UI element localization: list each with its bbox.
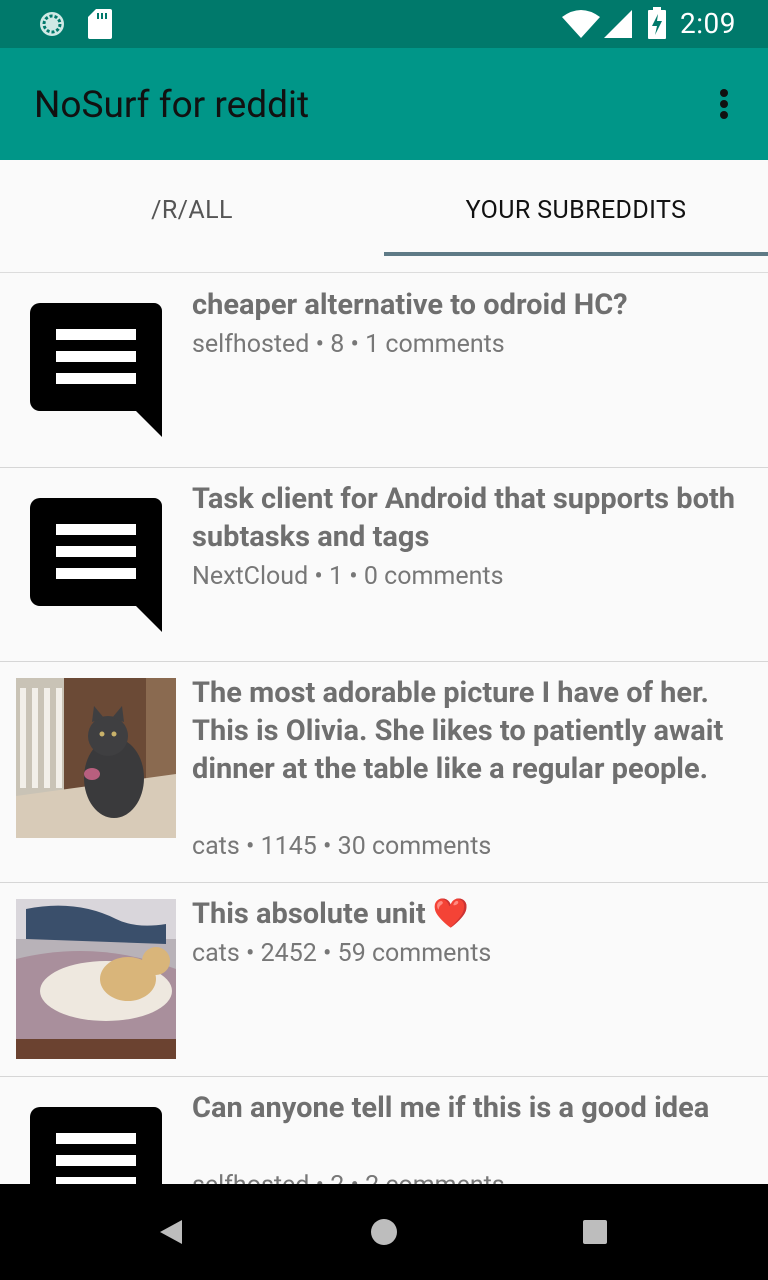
post-item[interactable]: Task client for Android that supports bo… [0, 468, 768, 662]
post-title: Can anyone tell me if this is a good ide… [192, 1091, 710, 1125]
post-item[interactable]: This absolute unit ❤️ cats • 2452 • 59 c… [0, 883, 768, 1077]
status-time: 2:09 [680, 7, 736, 40]
post-item[interactable]: Can anyone tell me if this is a good ide… [0, 1077, 768, 1184]
heart-emoji: ❤️ [432, 897, 469, 931]
cat-photo [16, 899, 176, 1059]
text-post-icon [30, 1107, 162, 1184]
post-meta: cats • 2452 • 59 comments [192, 939, 492, 968]
home-icon[interactable] [369, 1217, 399, 1247]
post-title: cheaper alternative to odroid HC? [192, 288, 628, 322]
post-meta: cats • 1145 • 30 comments [192, 832, 492, 861]
wifi-icon [562, 10, 600, 38]
app-title: NoSurf for reddit [34, 84, 310, 127]
post-title-text: This absolute unit [192, 897, 426, 931]
navigation-bar [0, 1184, 768, 1280]
battery-charging-icon [648, 7, 666, 39]
post-title: This absolute unit ❤️ [192, 895, 754, 933]
sd-card-icon [88, 9, 112, 39]
signal-icon [604, 10, 632, 38]
cat-photo [16, 678, 176, 838]
tab-bar: /R/ALL YOUR SUBREDDITS [0, 160, 768, 273]
post-item[interactable]: The most adorable picture I have of her.… [0, 662, 768, 883]
text-post-icon [30, 498, 162, 632]
sync-icon [40, 12, 64, 36]
app-bar: NoSurf for reddit [0, 48, 768, 160]
tab-your-subreddits[interactable]: YOUR SUBREDDITS [384, 160, 768, 260]
tab-r-all[interactable]: /R/ALL [0, 160, 384, 260]
post-title: The most adorable picture I have of her.… [192, 676, 724, 786]
more-vert-icon[interactable] [704, 84, 744, 124]
post-meta: selfhosted • 8 • 1 comments [192, 330, 505, 359]
post-title: Task client for Android that supports bo… [192, 482, 736, 554]
text-post-icon [30, 303, 162, 437]
post-meta: selfhosted • 2 • 2 comments [192, 1167, 505, 1184]
recents-icon[interactable] [582, 1219, 608, 1245]
post-list[interactable]: cheaper alternative to odroid HC? selfho… [0, 273, 768, 1184]
tab-indicator [384, 252, 768, 256]
post-meta: NextCloud • 1 • 0 comments [192, 562, 504, 591]
back-icon[interactable] [156, 1216, 188, 1248]
status-bar: 2:09 [0, 0, 768, 48]
post-item[interactable]: cheaper alternative to odroid HC? selfho… [0, 273, 768, 468]
